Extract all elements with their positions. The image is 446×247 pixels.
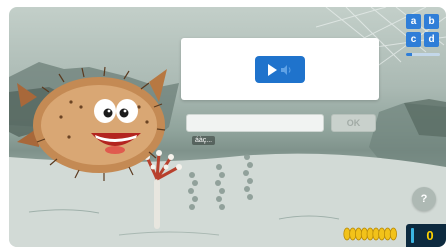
tile-d: d: [424, 32, 439, 47]
alphabet-tiles-button[interactable]: a b c d: [406, 14, 440, 48]
coin-stack: [343, 227, 398, 241]
play-audio-button[interactable]: [255, 56, 305, 83]
special-characters-button[interactable]: áàç...: [192, 136, 216, 145]
score-value: 0: [426, 227, 434, 243]
level-progress-fill: [406, 53, 413, 56]
prompt-card: [181, 38, 379, 100]
tile-c: c: [406, 32, 421, 47]
speaker-icon: [281, 64, 291, 75]
score-panel: 0: [406, 224, 446, 247]
answer-input[interactable]: [186, 114, 324, 132]
tile-b: b: [424, 14, 439, 29]
help-button[interactable]: ?: [412, 187, 436, 211]
level-progress-bar: [406, 53, 440, 56]
play-icon: [268, 63, 277, 76]
coin: [389, 227, 398, 241]
ok-button[interactable]: OK: [331, 114, 376, 132]
game-stage: OK áàç... a b c d ? 0: [9, 7, 446, 247]
tile-a: a: [406, 14, 421, 29]
score-accent: [411, 228, 414, 243]
